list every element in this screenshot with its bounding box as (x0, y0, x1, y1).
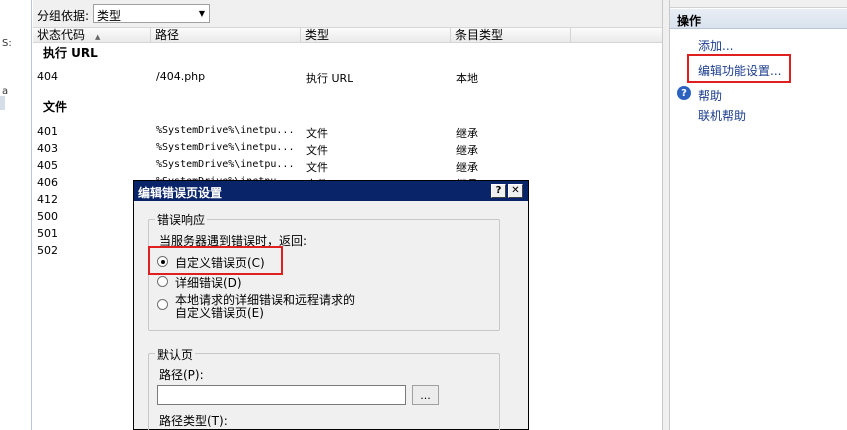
cell-path: /404.php (156, 70, 206, 83)
path-type-label: 路径类型(T): (159, 414, 228, 428)
help-link[interactable]: 帮助 (698, 87, 722, 104)
group-by-select[interactable]: 类型 ▼ (93, 4, 210, 23)
browse-button[interactable]: ... (412, 385, 439, 405)
panel-splitter[interactable] (662, 0, 670, 430)
cell-status-code: 500 (37, 210, 58, 223)
radio-selected-indicator[interactable] (157, 256, 168, 267)
edit-error-pages-settings-dialog: 编辑错误页设置 ? ✕ 错误响应 当服务器遇到错误时，返回: 自定义错误页(C)… (133, 180, 529, 430)
path-label: 路径(P): (159, 368, 204, 382)
column-header-type[interactable]: 类型 (301, 28, 451, 43)
radio-detailed-errors-label: 详细错误(D) (175, 276, 242, 290)
table-row[interactable]: 403 %SystemDrive%\inetpu... 文件 继承 (33, 142, 662, 159)
error-response-prompt: 当服务器遇到错误时，返回: (159, 234, 308, 248)
actions-panel: 操作 添加... 编辑功能设置... ? 帮助 联机帮助 (670, 0, 847, 430)
table-row[interactable]: 404 /404.php 执行 URL 本地 (33, 70, 662, 87)
cell-status-code: 405 (37, 159, 58, 172)
group-header-file[interactable]: 文件 (43, 98, 67, 115)
table-row[interactable]: 401 %SystemDrive%\inetpu... 文件 继承 (33, 125, 662, 142)
left-pane-selection-bar (0, 96, 5, 110)
column-header-path[interactable]: 路径 (151, 28, 301, 43)
online-help-link[interactable]: 联机帮助 (698, 107, 746, 124)
dialog-help-button[interactable]: ? (491, 184, 506, 198)
cell-type: 文件 (306, 161, 328, 174)
group-by-label: 分组依据: (37, 9, 90, 23)
dialog-title: 编辑错误页设置 (138, 186, 223, 200)
actions-header: 操作 (670, 9, 847, 29)
group-by-bar: 分组依据: 类型 ▼ (33, 0, 662, 28)
cell-type: 文件 (306, 144, 328, 157)
default-page-legend: 默认页 (155, 346, 196, 363)
dialog-title-bar[interactable]: 编辑错误页设置 ? ✕ (134, 181, 528, 201)
chevron-down-icon[interactable]: ▼ (195, 5, 209, 22)
radio-indicator[interactable] (157, 276, 168, 287)
cell-status-code: 412 (37, 193, 58, 206)
sort-ascending-icon: ▲ (95, 33, 101, 41)
cell-status-code: 404 (37, 70, 58, 83)
cell-status-code: 501 (37, 227, 58, 240)
cell-status-code: 401 (37, 125, 58, 138)
path-input[interactable] (157, 385, 406, 405)
cell-entry-type: 继承 (456, 161, 478, 174)
column-header-row: 状态代码 ▲ 路径 类型 条目类型 (33, 28, 662, 43)
cell-status-code: 406 (37, 176, 58, 189)
left-pane-fragment: S: a (0, 0, 32, 430)
table-row[interactable]: 405 %SystemDrive%\inetpu... 文件 继承 (33, 159, 662, 176)
cell-entry-type: 继承 (456, 144, 478, 157)
close-icon[interactable]: ✕ (508, 184, 523, 198)
radio-detailed-local-label-line2: 自定义错误页(E) (175, 306, 264, 320)
help-icon: ? (677, 86, 691, 100)
cell-path: %SystemDrive%\inetpu... (156, 142, 295, 153)
cell-status-code: 403 (37, 142, 58, 155)
edit-feature-settings-link[interactable]: 编辑功能设置... (698, 62, 781, 79)
cell-type: 文件 (306, 127, 328, 140)
cell-status-code: 502 (37, 244, 58, 257)
group-header-execute-url[interactable]: 执行 URL (43, 44, 98, 61)
radio-custom-error-pages-label: 自定义错误页(C) (175, 256, 265, 270)
add-link[interactable]: 添加... (698, 37, 733, 54)
cell-entry-type: 本地 (456, 72, 478, 85)
left-pane-text-fragment: S: (2, 38, 12, 49)
cell-path: %SystemDrive%\inetpu... (156, 159, 295, 170)
cell-type: 执行 URL (306, 72, 354, 85)
actions-header-title: 操作 (677, 14, 702, 28)
actions-panel-top-strip (670, 0, 847, 8)
error-response-legend: 错误响应 (155, 211, 208, 228)
column-header-entry-type[interactable]: 条目类型 (451, 28, 571, 43)
column-header-status-code[interactable]: 状态代码 ▲ (33, 28, 151, 43)
cell-path: %SystemDrive%\inetpu... (156, 125, 295, 136)
group-by-selected-value: 类型 (97, 9, 122, 23)
radio-indicator[interactable] (157, 299, 168, 310)
cell-entry-type: 继承 (456, 127, 478, 140)
